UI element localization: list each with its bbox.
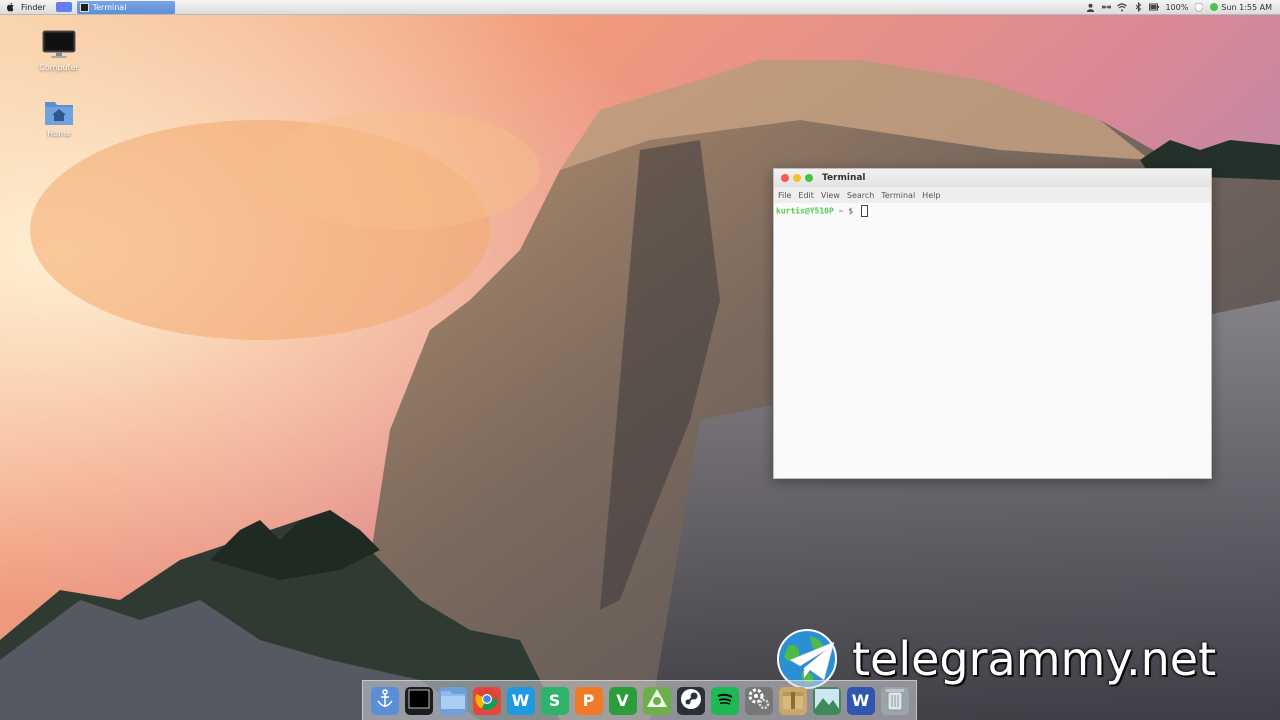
taskbar-item-label: Terminal: [92, 2, 127, 12]
home-folder-icon: [45, 102, 73, 125]
status-dot-icon: [1210, 3, 1219, 11]
maximize-button[interactable]: [805, 174, 813, 182]
battery-percent: 100%: [1165, 2, 1189, 12]
desktop-icon-computer[interactable]: Computer: [29, 30, 89, 72]
dock-presentation[interactable]: P: [574, 686, 603, 715]
shield-icon[interactable]: [1194, 2, 1204, 12]
taskbar-item-terminal[interactable]: Terminal: [76, 0, 175, 14]
steam-icon: [680, 688, 702, 714]
dock-files[interactable]: [438, 686, 467, 715]
menu-help[interactable]: Help: [922, 191, 940, 200]
image-icon: [814, 688, 840, 714]
clock-text: Sun 1:55 AM: [1221, 2, 1272, 12]
dock-launcher[interactable]: [370, 686, 399, 715]
top-panel: Finder Terminal 100% Sun 1:55 AM: [0, 0, 1280, 15]
spotify-icon: [713, 687, 737, 715]
workspace-switcher-icon[interactable]: [55, 2, 72, 12]
battery-icon[interactable]: [1149, 2, 1160, 12]
menu-terminal[interactable]: Terminal: [881, 191, 915, 200]
terminal-menubar: File Edit View Search Terminal Help: [774, 187, 1211, 203]
prompt-path: ~ $: [838, 206, 854, 216]
dock-spreadsheet[interactable]: S: [540, 686, 569, 715]
wifi-icon[interactable]: [1117, 2, 1128, 12]
folder-icon: [440, 688, 466, 714]
monitor-icon: [42, 30, 76, 58]
menu-file[interactable]: File: [778, 191, 791, 200]
user-icon[interactable]: [1085, 2, 1095, 12]
minimize-button[interactable]: [793, 174, 801, 182]
watermark-text: telegrammy.net: [852, 632, 1217, 686]
close-button[interactable]: [781, 174, 789, 182]
dock-vim[interactable]: V: [608, 686, 637, 715]
network-icon[interactable]: [1101, 2, 1111, 12]
dock-trash[interactable]: [880, 686, 909, 715]
terminal-window[interactable]: Terminal File Edit View Search Terminal …: [773, 168, 1212, 479]
anchor-icon: [376, 688, 394, 713]
terminal-titlebar[interactable]: Terminal: [774, 169, 1211, 187]
dock-terminal[interactable]: [404, 686, 433, 715]
dock-settings[interactable]: [744, 686, 773, 715]
chrome-icon: [474, 687, 499, 715]
menu-view[interactable]: View: [821, 191, 840, 200]
dock-steam[interactable]: [676, 686, 705, 715]
apple-menu-icon[interactable]: [3, 0, 17, 15]
dock: WSPVW: [362, 680, 917, 720]
dock-chrome[interactable]: [472, 686, 501, 715]
terminal-icon: [79, 2, 89, 12]
app-menu-finder[interactable]: Finder: [21, 3, 46, 12]
archive-icon: [781, 688, 805, 714]
android-icon: [645, 687, 669, 715]
menu-search[interactable]: Search: [847, 191, 874, 200]
dock-spotify[interactable]: [710, 686, 739, 715]
trash-icon: [885, 687, 905, 715]
dock-word-doc[interactable]: W: [846, 686, 875, 715]
dock-android-studio[interactable]: [642, 686, 671, 715]
terminal-output[interactable]: kurtis@Y510P ~ $: [774, 203, 1211, 219]
dock-archive[interactable]: [778, 686, 807, 715]
dock-image-viewer[interactable]: [812, 686, 841, 715]
text-cursor: [860, 205, 868, 217]
dock-writer[interactable]: W: [506, 686, 535, 715]
presentation-icon: P: [582, 691, 595, 710]
spreadsheet-icon: S: [548, 691, 561, 710]
writer-icon: W: [511, 691, 530, 710]
gears-icon: [747, 687, 771, 715]
clock[interactable]: Sun 1:55 AM: [1210, 3, 1272, 12]
document-icon: W: [851, 691, 870, 710]
desktop-icon-label: Home: [47, 129, 71, 138]
window-title: Terminal: [822, 173, 866, 183]
terminal-icon: [408, 689, 430, 713]
desktop-icon-label: Computer: [39, 63, 79, 72]
desktop-icon-home[interactable]: Home: [29, 98, 89, 138]
vim-icon: V: [616, 691, 629, 710]
prompt-user: kurtis@Y510P: [776, 206, 834, 216]
menu-edit[interactable]: Edit: [798, 191, 814, 200]
bluetooth-icon[interactable]: [1133, 2, 1143, 12]
